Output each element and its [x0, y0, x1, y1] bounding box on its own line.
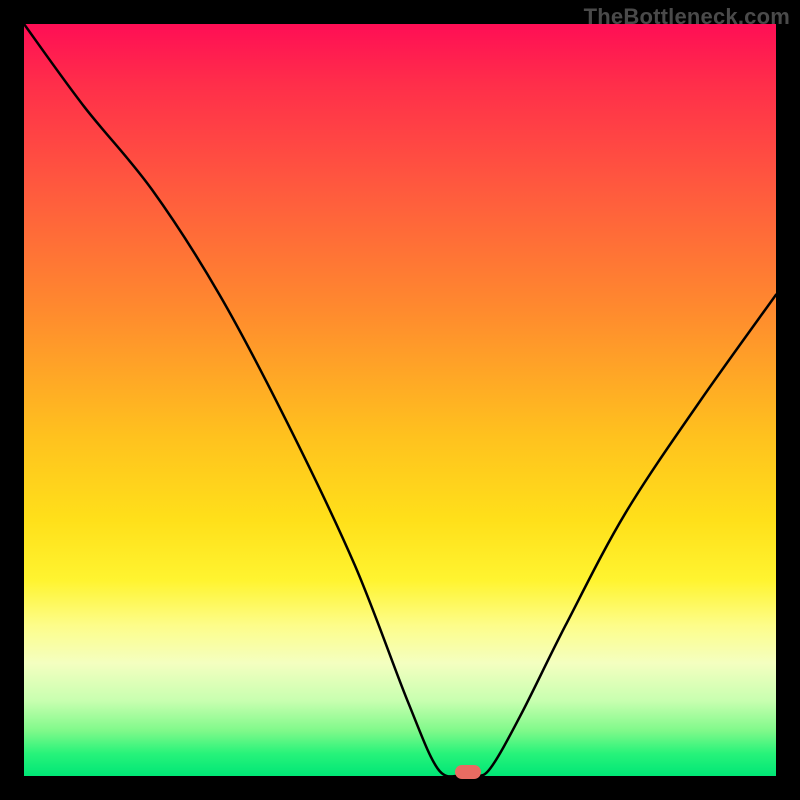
- chart-frame: TheBottleneck.com: [0, 0, 800, 800]
- plot-area: [24, 24, 776, 776]
- curve-path: [24, 24, 776, 776]
- bottleneck-curve: [24, 24, 776, 776]
- watermark-text: TheBottleneck.com: [584, 4, 790, 30]
- sweet-spot-marker: [455, 765, 481, 779]
